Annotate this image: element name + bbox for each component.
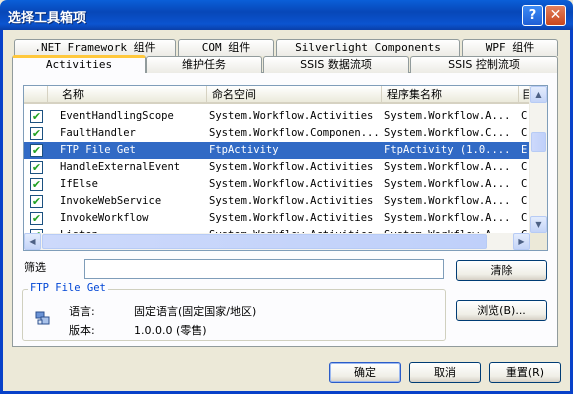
tab-wpf-components[interactable]: WPF 组件 [462, 39, 558, 56]
vertical-scroll-thumb[interactable] [531, 132, 546, 152]
item-namespace: System.Workflow.Componen... [209, 127, 379, 139]
scroll-down-button[interactable]: ▼ [530, 216, 547, 233]
item-name: HandleExternalEvent [60, 161, 181, 173]
list-item[interactable]: ✔ FaultHandler System.Workflow.Componen...… [24, 125, 530, 142]
list-item[interactable]: ✔ FTP File Get FtpActivity FtpActivity (1.0… [24, 142, 530, 159]
tab-silverlight-components[interactable]: Silverlight Components [276, 39, 460, 56]
item-name: IfElse [60, 178, 98, 190]
tab-ssis-dataflow-items[interactable]: SSIS 数据流项 [263, 56, 409, 73]
scroll-up-button[interactable]: ▲ [530, 86, 547, 103]
column-header-check[interactable] [24, 86, 48, 104]
vertical-scrollbar[interactable]: ▲ ▼ [529, 86, 547, 233]
tab-dotnet-components[interactable]: .NET Framework 组件 [14, 39, 176, 56]
component-icon [35, 311, 50, 325]
list-item[interactable]: ✔ EventHandlingScope System.Workflow.Activ… [24, 108, 530, 125]
item-name: InvokeWorkflow [60, 212, 149, 224]
details-group-title: FTP File Get [28, 282, 108, 294]
window-title: 选择工具箱项 [8, 11, 87, 26]
tab-ssis-controlflow-items[interactable]: SSIS 控制流项 [410, 56, 558, 73]
list-item[interactable]: ✔ IfElse System.Workflow.Activities System.… [24, 176, 530, 193]
clear-button[interactable]: 清除 [456, 260, 547, 281]
item-assembly: System.Workflow.A... [384, 110, 511, 122]
window-border-left [0, 30, 3, 394]
item-namespace: System.Workflow.Activities [209, 110, 374, 122]
version-label: 版本: [69, 324, 95, 337]
toolbox-items-list[interactable]: 名称 命名空间 程序集名称 目 ✔EventHandlingScopeSyste… [23, 85, 548, 251]
scroll-right-button[interactable]: ▶ [513, 233, 530, 250]
version-value: 1.0.0.0 (零售) [134, 324, 207, 337]
tab-maintenance-tasks[interactable]: 维护任务 [146, 56, 262, 73]
item-checkbox[interactable]: ✔ [30, 127, 43, 140]
scrollbar-corner [530, 233, 547, 250]
item-name: FaultHandler [60, 127, 136, 139]
item-name: FTP File Get [60, 144, 136, 156]
column-header-namespace[interactable]: 命名空间 [207, 86, 382, 104]
cancel-button[interactable]: 取消 [409, 362, 481, 383]
item-checkbox[interactable]: ✔ [30, 195, 43, 208]
item-assembly: FtpActivity (1.0.... [384, 144, 511, 156]
scroll-left-button[interactable]: ◀ [24, 233, 41, 250]
list-item[interactable]: ✔ HandleExternalEvent System.Workflow.Acti… [24, 159, 530, 176]
horizontal-scroll-thumb[interactable] [42, 234, 487, 249]
item-namespace: System.Workflow.Activities [209, 212, 374, 224]
close-button[interactable]: ✕ [545, 5, 566, 26]
item-name: InvokeWebService [60, 195, 162, 207]
item-assembly: System.Workflow.A... [384, 195, 511, 207]
filter-input[interactable] [84, 259, 444, 279]
column-header-assembly[interactable]: 程序集名称 [382, 86, 519, 104]
language-value: 固定语言(固定国家/地区) [134, 305, 257, 318]
browse-button[interactable]: 浏览(B)... [456, 300, 547, 321]
item-namespace: System.Workflow.Activities [209, 161, 374, 173]
item-checkbox[interactable]: ✔ [30, 178, 43, 191]
item-assembly: System.Workflow.A... [384, 161, 511, 173]
horizontal-scrollbar[interactable]: ◀ ▶ [24, 233, 530, 250]
item-namespace: System.Workflow.Activities [209, 178, 374, 190]
filter-label: 筛选 [24, 261, 46, 274]
help-button[interactable]: ? [522, 5, 543, 26]
tab-activities[interactable]: Activities [12, 55, 146, 73]
item-checkbox[interactable]: ✔ [30, 144, 43, 157]
column-header-name[interactable]: 名称 [48, 86, 207, 104]
item-checkbox[interactable]: ✔ [30, 110, 43, 123]
ok-button[interactable]: 确定 [329, 362, 401, 383]
item-assembly: System.Workflow.A... [384, 178, 511, 190]
item-namespace: System.Workflow.Activities [209, 195, 374, 207]
item-checkbox[interactable]: ✔ [30, 212, 43, 225]
tab-com-components[interactable]: COM 组件 [178, 39, 274, 56]
item-checkbox[interactable]: ✔ [30, 161, 43, 174]
item-assembly: System.Workflow.A... [384, 212, 511, 224]
item-namespace: FtpActivity [209, 144, 279, 156]
item-assembly: System.Workflow.C... [384, 127, 511, 139]
list-item[interactable]: ✔ InvokeWebService System.Workflow.Activit… [24, 193, 530, 210]
title-bar: 选择工具箱项 ? ✕ [0, 0, 573, 30]
item-name: EventHandlingScope [60, 110, 174, 122]
reset-button[interactable]: 重置(R) [489, 362, 561, 383]
list-item[interactable]: ✔ InvokeWorkflow System.Workflow.Activitie… [24, 210, 530, 227]
language-label: 语言: [69, 305, 95, 318]
